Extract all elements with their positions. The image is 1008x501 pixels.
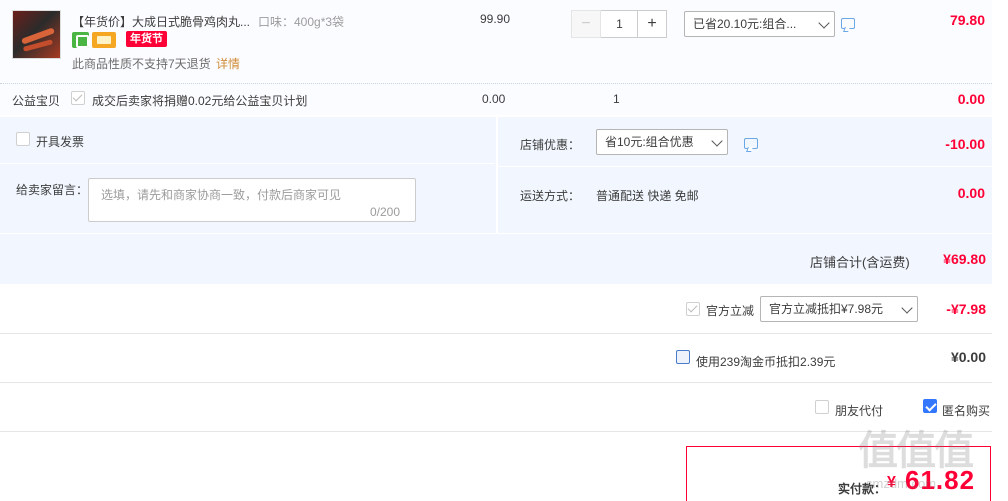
charity-text: 成交后卖家将捐赠0.02元给公益宝贝计划 — [92, 94, 308, 108]
invoice-checkbox[interactable] — [16, 132, 30, 146]
no-return-notice: 此商品性质不支持7天退货 — [72, 57, 211, 71]
unit-price: 99.90 — [480, 12, 511, 26]
charity-checkbox — [71, 91, 85, 105]
shipping-amount: 0.00 — [957, 185, 985, 201]
charity-total: 0.00 — [957, 91, 985, 107]
official-discount-select[interactable]: 官方立减抵扣¥7.98元 — [760, 296, 918, 322]
divider — [0, 382, 992, 383]
message-placeholder: 选填，请先和商家协商一致，付款后商家可见 — [101, 188, 342, 202]
quantity-input[interactable]: 1 — [601, 10, 638, 38]
coins-label[interactable]: 使用239淘金币抵扣2.39元 — [696, 353, 835, 370]
divider — [0, 333, 992, 334]
quantity-minus-button[interactable]: − — [571, 10, 601, 38]
festival-badge: 年货节 — [126, 31, 167, 47]
shop-discount-value: 省10元:组合优惠 — [605, 135, 694, 149]
shop-discount-select[interactable]: 省10元:组合优惠 — [596, 129, 728, 155]
divider — [0, 431, 992, 432]
watermark-domain: smzdm.com — [866, 476, 937, 491]
product-thumbnail[interactable] — [12, 10, 61, 59]
coins-amount: ¥0.00 — [950, 349, 986, 365]
shipping-label: 运送方式： — [520, 189, 581, 203]
chat-icon[interactable] — [841, 18, 855, 29]
official-discount-checkbox — [686, 302, 700, 316]
shop-total-label: 店铺合计(含运费) — [810, 255, 910, 270]
chevron-down-icon — [901, 302, 913, 314]
chevron-down-icon — [711, 135, 723, 147]
friend-pay-checkbox[interactable] — [815, 400, 829, 414]
chevron-down-icon — [818, 17, 830, 29]
watermark-logo: 值值值 — [858, 429, 974, 473]
official-discount-label: 官方立减 — [706, 304, 755, 318]
chat-icon[interactable] — [744, 138, 758, 149]
product-sku: 口味：400g*3袋 — [258, 15, 345, 29]
anonymous-label[interactable]: 匿名购买 — [942, 402, 990, 419]
product-title[interactable]: 【年货价】大成日式脆骨鸡肉丸... — [72, 13, 250, 30]
anonymous-checkbox[interactable] — [923, 399, 937, 413]
charity-price: 0.00 — [482, 92, 506, 106]
charity-label: 公益宝贝 — [12, 94, 61, 108]
shop-discount-amount: -10.00 — [945, 136, 985, 152]
official-discount-value: 官方立减抵扣¥7.98元 — [769, 302, 884, 316]
item-total: 79.80 — [949, 12, 985, 28]
message-char-count: 0/200 — [370, 205, 401, 219]
shipping-value: 普通配送 快递 免邮 — [596, 189, 699, 203]
order-confirm-page: 【年货价】大成日式脆骨鸡肉丸... 口味：400g*3袋 年货节 此商品性质不支… — [0, 0, 1008, 501]
charity-quantity: 1 — [613, 92, 620, 106]
friend-pay-label[interactable]: 朋友代付 — [835, 402, 883, 419]
item-discount-select[interactable]: 已省20.10元:组合... — [684, 11, 835, 37]
service-badge-icon — [72, 32, 89, 48]
coins-checkbox[interactable] — [676, 350, 690, 364]
item-discount-value: 已省20.10元:组合... — [693, 17, 797, 31]
detail-link[interactable]: 详情 — [216, 55, 240, 72]
official-discount-amount: -¥7.98 — [946, 301, 986, 317]
shop-discount-label: 店铺优惠： — [520, 138, 581, 152]
quantity-plus-button[interactable]: + — [637, 10, 667, 38]
message-label: 给卖家留言： — [16, 183, 89, 197]
shop-total-amount: ¥69.80 — [943, 251, 986, 267]
coupon-badge-icon — [92, 32, 116, 48]
invoice-label[interactable]: 开具发票 — [36, 133, 84, 150]
